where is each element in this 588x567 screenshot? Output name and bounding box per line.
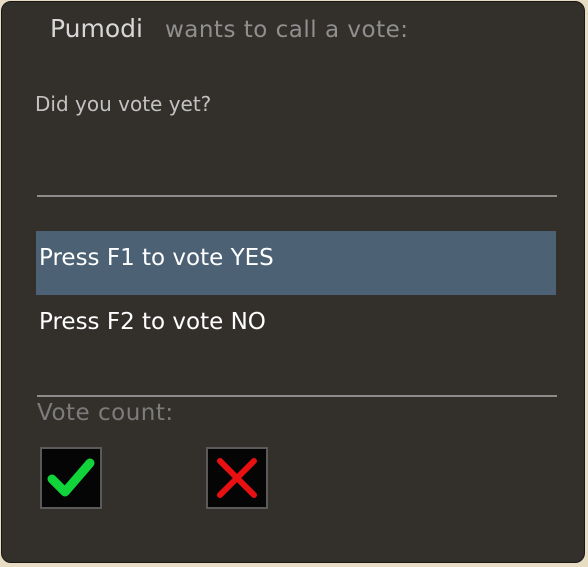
vote-question: Did you vote yet?: [35, 92, 212, 116]
vote-yes-option[interactable]: Press F1 to vote YES: [36, 231, 556, 295]
vote-dialog: Pumodi wants to call a vote: Did you vote…: [1, 1, 585, 563]
checkmark-icon: [47, 458, 95, 497]
divider-top: [37, 195, 557, 197]
vote-count-label: Vote count:: [37, 400, 174, 426]
vote-no-option[interactable]: Press F2 to vote NO: [36, 295, 556, 357]
call-vote-text: wants to call a vote:: [164, 17, 409, 43]
x-mark-icon: [217, 458, 257, 498]
no-vote-indicator: [206, 447, 268, 509]
caller-name: Pumodi: [50, 14, 143, 43]
yes-vote-indicator: [40, 447, 102, 509]
divider-bottom: [37, 395, 557, 397]
vote-header: Pumodi wants to call a vote:: [50, 14, 409, 43]
